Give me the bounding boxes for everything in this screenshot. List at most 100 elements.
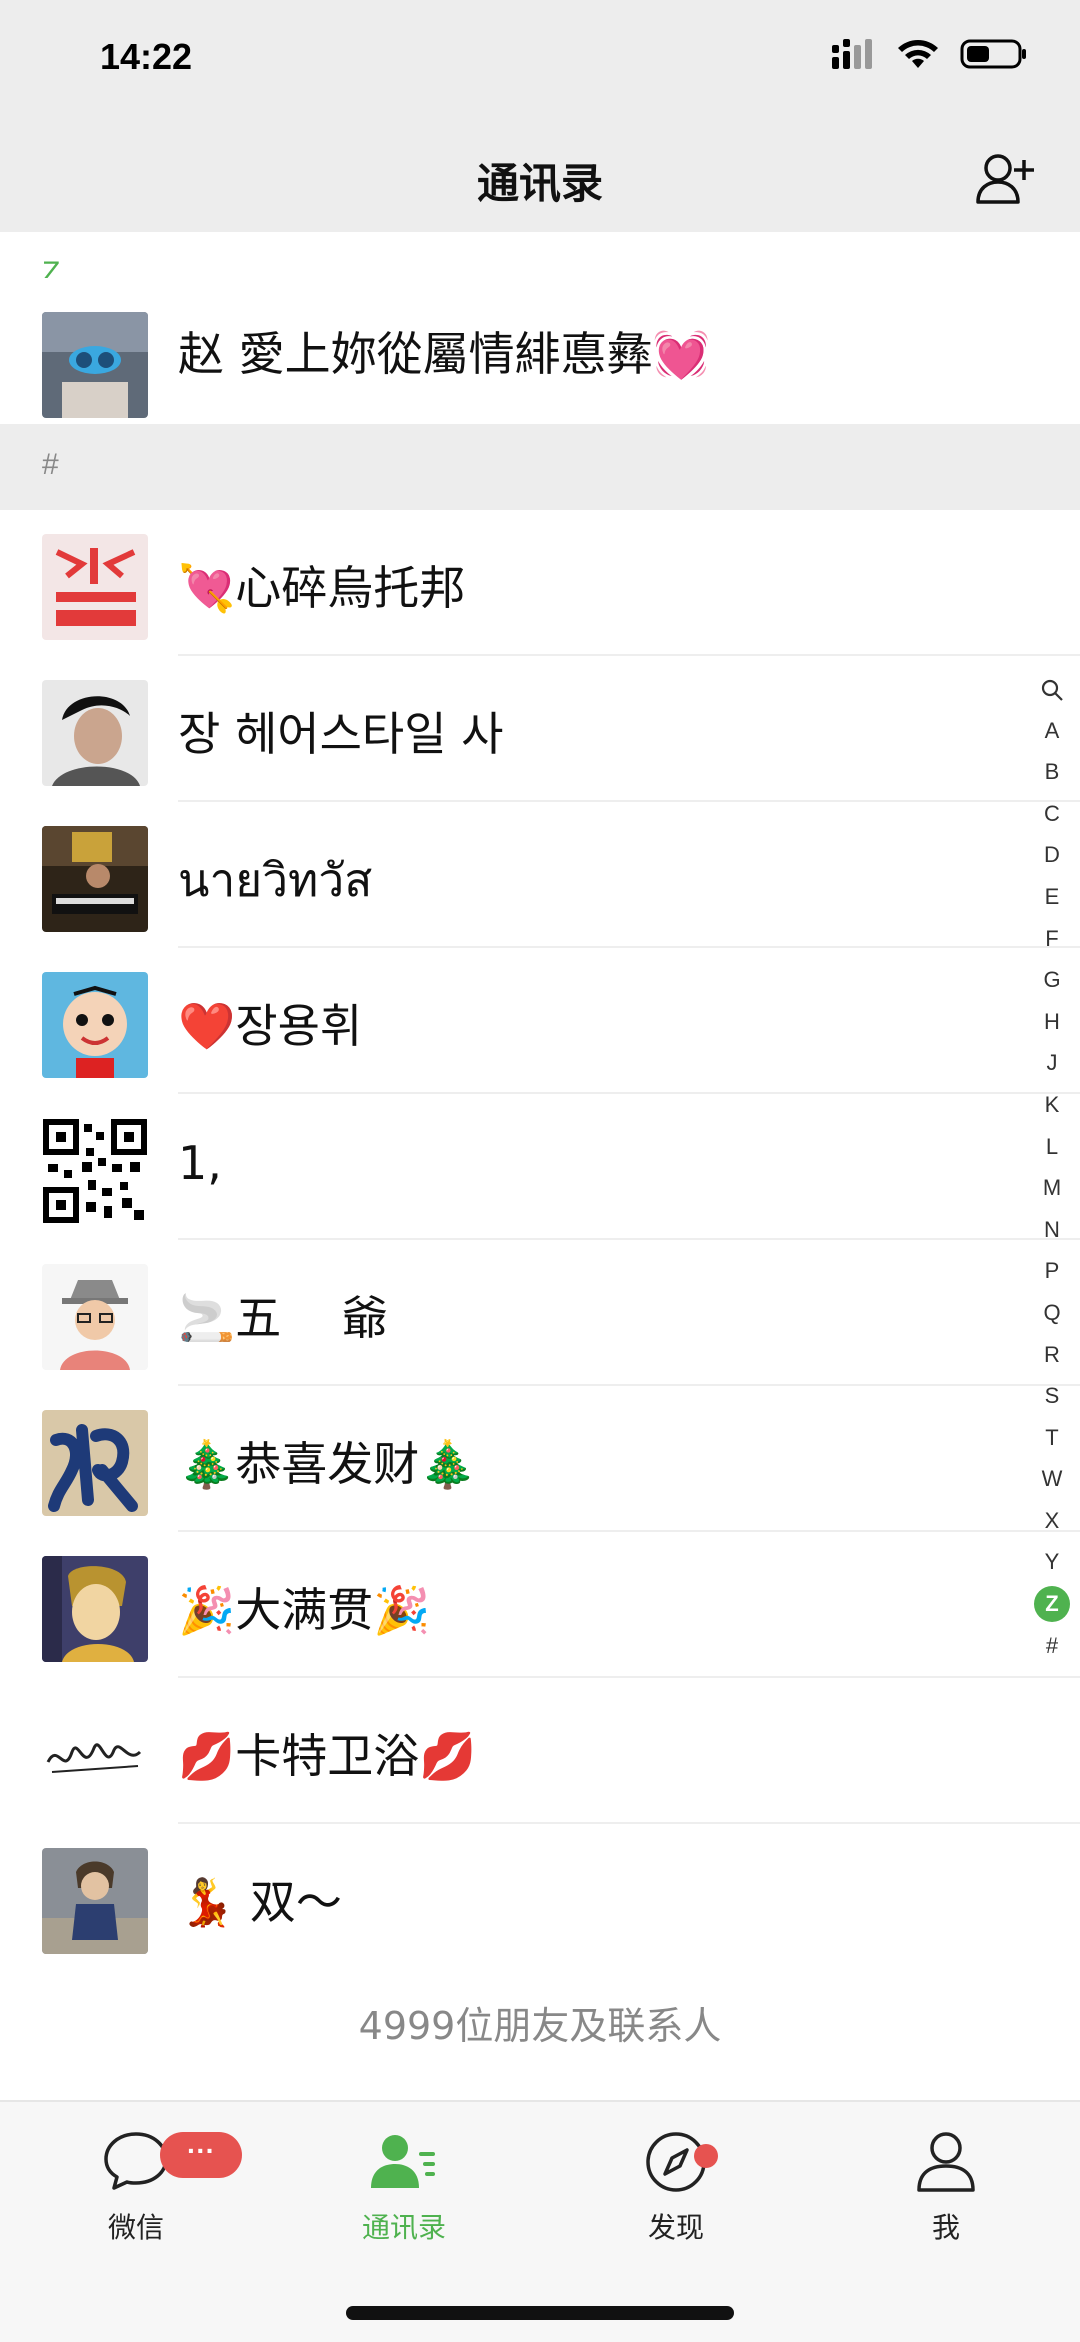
index-letter-text: S: [1044, 1383, 1060, 1409]
index-letter-text: B: [1044, 759, 1060, 785]
add-friend-icon[interactable]: [972, 146, 1036, 210]
wifi-icon: [898, 40, 938, 68]
index-letter-text: K: [1044, 1091, 1060, 1117]
index-letter-text: J: [1046, 1050, 1058, 1076]
alphabet-index[interactable]: A B C D E F G H J K L M N P Q R S T W X Y Z #: [1024, 668, 1080, 1666]
index-letter[interactable]: P: [1024, 1250, 1080, 1292]
battery-icon: [960, 39, 1026, 69]
contact-name: 🎉大满贯🎉: [178, 1583, 431, 1637]
index-letter[interactable]: C: [1024, 793, 1080, 835]
index-letter-text: L: [1045, 1133, 1059, 1159]
section-header-hash: #: [0, 424, 1080, 510]
status-time: 14:22: [100, 36, 193, 77]
contact-row[interactable]: 장 헤어스타일 사: [0, 656, 1080, 802]
contact-name: 💘心碎烏托邦: [178, 561, 466, 615]
index-letter[interactable]: T: [1024, 1417, 1080, 1459]
home-indicator: [346, 2306, 734, 2320]
index-letter[interactable]: Z: [1024, 1583, 1080, 1625]
index-letter-text: C: [1044, 800, 1060, 826]
index-letter-text: M: [1042, 1175, 1062, 1201]
contact-row[interactable]: 💋卡特卫浴💋: [0, 1678, 1080, 1824]
index-letter-text: W: [1041, 1466, 1063, 1492]
avatar: [42, 312, 148, 418]
contact-row[interactable]: 💃 双～: [0, 1824, 1080, 1970]
index-letter-text: Q: [1043, 1299, 1061, 1325]
index-letter[interactable]: M: [1024, 1167, 1080, 1209]
avatar: [42, 680, 148, 786]
index-letter[interactable]: J: [1024, 1042, 1080, 1084]
index-letter-text: R: [1044, 1341, 1060, 1367]
contact-name: 赵 愛上妳從屬情緋悳彝💓: [178, 327, 710, 381]
avatar: [42, 1118, 148, 1224]
avatar: [42, 1556, 148, 1662]
index-letter[interactable]: F: [1024, 918, 1080, 960]
index-letter[interactable]: A: [1024, 710, 1080, 752]
tab-chats[interactable]: 微信 ···: [36, 2126, 242, 2246]
index-letter[interactable]: W: [1024, 1458, 1080, 1500]
contact-name: ❤️장용휘: [178, 999, 363, 1053]
index-letter-text: A: [1044, 717, 1060, 743]
contact-row[interactable]: 赵 愛上妳從屬情緋悳彝💓: [0, 278, 1080, 424]
index-letter[interactable]: L: [1024, 1126, 1080, 1168]
index-letter[interactable]: B: [1024, 751, 1080, 793]
tab-label: 微信: [107, 2211, 164, 2244]
index-letter-text: #: [1045, 1632, 1059, 1658]
index-search-icon[interactable]: [1024, 668, 1080, 710]
index-letter[interactable]: X: [1024, 1500, 1080, 1542]
tab-contacts[interactable]: 通讯录: [304, 2126, 504, 2246]
contact-name: 장 헤어스타일 사: [178, 707, 504, 761]
page-title: 通讯录: [476, 159, 603, 208]
avatar: [42, 1264, 148, 1370]
index-letter-text: G: [1043, 967, 1061, 993]
index-letter[interactable]: G: [1024, 959, 1080, 1001]
avatar: [42, 534, 148, 640]
contacts-icon: [371, 2135, 435, 2188]
index-letter-text: T: [1045, 1424, 1059, 1450]
avatar: [42, 1410, 148, 1516]
status-bar: 14:22: [0, 0, 1080, 120]
index-letter[interactable]: D: [1024, 834, 1080, 876]
index-letter[interactable]: Y: [1024, 1541, 1080, 1583]
index-letter-text: F: [1045, 925, 1059, 951]
index-letter-text: E: [1044, 883, 1060, 909]
index-letter[interactable]: K: [1024, 1084, 1080, 1126]
tab-discover[interactable]: 发现: [576, 2126, 776, 2246]
contact-name: 💋卡特卫浴💋: [178, 1729, 477, 1783]
index-letter[interactable]: S: [1024, 1375, 1080, 1417]
unread-badge: ···: [160, 2132, 242, 2178]
index-letter[interactable]: R: [1024, 1334, 1080, 1376]
avatar: [42, 1848, 148, 1954]
person-icon: [917, 2132, 975, 2192]
index-letter-text: P: [1044, 1258, 1060, 1284]
contact-row[interactable]: 🎉大满贯🎉: [0, 1532, 1080, 1678]
index-letter-text: D: [1044, 842, 1060, 868]
index-letter[interactable]: #: [1024, 1625, 1080, 1667]
contact-name: 🎄恭喜发财🎄: [178, 1437, 477, 1491]
contact-name: 1,: [178, 1136, 222, 1190]
index-letter-text: Y: [1044, 1549, 1060, 1575]
index-letter-text: N: [1044, 1216, 1060, 1242]
new-dot-badge: [694, 2144, 718, 2168]
contact-row[interactable]: 1,: [0, 1094, 1080, 1240]
index-letter-text: H: [1044, 1008, 1060, 1034]
tab-label: 我: [931, 2211, 960, 2244]
section-letter: #: [42, 448, 59, 481]
index-letter[interactable]: N: [1024, 1209, 1080, 1251]
contact-name: 💃 双～: [178, 1875, 342, 1929]
contact-count: 4999位朋友及联系人: [0, 1976, 1080, 2100]
index-letter-text: Z: [1034, 1586, 1070, 1623]
tab-label: 发现: [647, 2211, 704, 2244]
tab-me[interactable]: 我: [846, 2126, 1046, 2246]
contact-row[interactable]: 🎄恭喜发财🎄: [0, 1386, 1080, 1532]
index-letter[interactable]: H: [1024, 1001, 1080, 1043]
index-letter-text: X: [1044, 1507, 1060, 1533]
contact-row[interactable]: 🚬五 爺: [0, 1240, 1080, 1386]
status-icons: [832, 38, 1028, 70]
contact-row[interactable]: นายวิทวัส: [0, 802, 1080, 948]
tab-label: 通讯录: [361, 2211, 446, 2244]
contact-name: 🚬五 爺: [178, 1291, 388, 1345]
index-letter[interactable]: E: [1024, 876, 1080, 918]
contact-row[interactable]: 💘心碎烏托邦: [0, 510, 1080, 656]
contact-row[interactable]: ❤️장용휘: [0, 948, 1080, 1094]
index-letter[interactable]: Q: [1024, 1292, 1080, 1334]
